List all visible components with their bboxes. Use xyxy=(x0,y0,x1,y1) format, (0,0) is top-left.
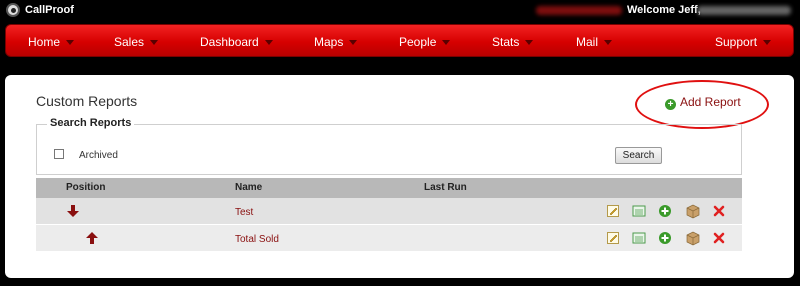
nav-maps[interactable]: Maps xyxy=(314,35,358,49)
chevron-down-icon xyxy=(525,40,534,46)
callproof-logo-icon xyxy=(6,3,20,17)
archived-label: Archived xyxy=(79,150,118,161)
reports-table: Position Name Last Run Test Total Sold xyxy=(36,178,742,252)
csv-icon[interactable] xyxy=(632,204,646,218)
chevron-down-icon xyxy=(763,40,772,46)
search-reports-legend: Search Reports xyxy=(47,117,135,129)
archive-box-icon[interactable] xyxy=(685,230,701,246)
chevron-down-icon xyxy=(349,40,358,46)
nav-label: Dashboard xyxy=(200,35,259,49)
csv-icon[interactable] xyxy=(632,231,646,245)
nav-label: Maps xyxy=(314,35,344,49)
delete-icon[interactable] xyxy=(712,231,726,245)
report-name-link[interactable]: Total Sold xyxy=(235,234,279,245)
chevron-down-icon xyxy=(604,40,613,46)
archived-checkbox[interactable] xyxy=(54,149,64,159)
add-icon[interactable] xyxy=(658,231,672,245)
column-header-name: Name xyxy=(235,182,263,193)
chevron-down-icon xyxy=(150,40,159,46)
nav-label: People xyxy=(399,35,437,49)
redacted-text xyxy=(697,6,791,15)
brand-name: CallProof xyxy=(25,4,74,16)
arrow-up-icon[interactable] xyxy=(85,231,99,245)
column-header-position: Position xyxy=(66,182,106,193)
delete-icon[interactable] xyxy=(712,204,726,218)
search-button[interactable]: Search xyxy=(615,147,662,164)
nav-label: Support xyxy=(715,35,758,49)
add-icon[interactable] xyxy=(658,204,672,218)
chevron-down-icon xyxy=(66,40,75,46)
nav-label: Stats xyxy=(492,35,520,49)
nav-support[interactable]: Support xyxy=(715,35,772,49)
chevron-down-icon xyxy=(442,40,451,46)
nav-stats[interactable]: Stats xyxy=(492,35,534,49)
top-bar: CallProof Welcome Jeff, xyxy=(0,0,800,22)
table-header: Position Name Last Run xyxy=(36,178,742,198)
table-row: Total Sold xyxy=(36,225,742,252)
nav-label: Mail xyxy=(576,35,599,49)
search-reports-fieldset: Search Reports Archived Search xyxy=(36,117,742,175)
nav-home[interactable]: Home xyxy=(28,35,75,49)
redacted-text xyxy=(536,6,622,15)
nav-label: Home xyxy=(28,35,61,49)
column-header-last-run: Last Run xyxy=(424,182,467,193)
highlight-annotation xyxy=(635,80,769,129)
table-row: Test xyxy=(36,198,742,225)
report-name-link[interactable]: Test xyxy=(235,207,253,218)
edit-icon[interactable] xyxy=(606,231,620,245)
nav-mail[interactable]: Mail xyxy=(576,35,613,49)
nav-sales[interactable]: Sales xyxy=(114,35,159,49)
edit-icon[interactable] xyxy=(606,204,620,218)
nav-dashboard[interactable]: Dashboard xyxy=(200,35,273,49)
page-title: Custom Reports xyxy=(36,93,138,109)
content-panel: Custom Reports + Add Report Search Report… xyxy=(5,75,794,278)
arrow-down-icon[interactable] xyxy=(66,204,80,218)
chevron-down-icon xyxy=(264,40,273,46)
nav-people[interactable]: People xyxy=(399,35,451,49)
main-nav: Home Sales Dashboard Maps People Stats M… xyxy=(5,24,794,57)
nav-label: Sales xyxy=(114,35,145,49)
archive-box-icon[interactable] xyxy=(685,203,701,219)
welcome-text: Welcome Jeff, xyxy=(627,4,701,16)
